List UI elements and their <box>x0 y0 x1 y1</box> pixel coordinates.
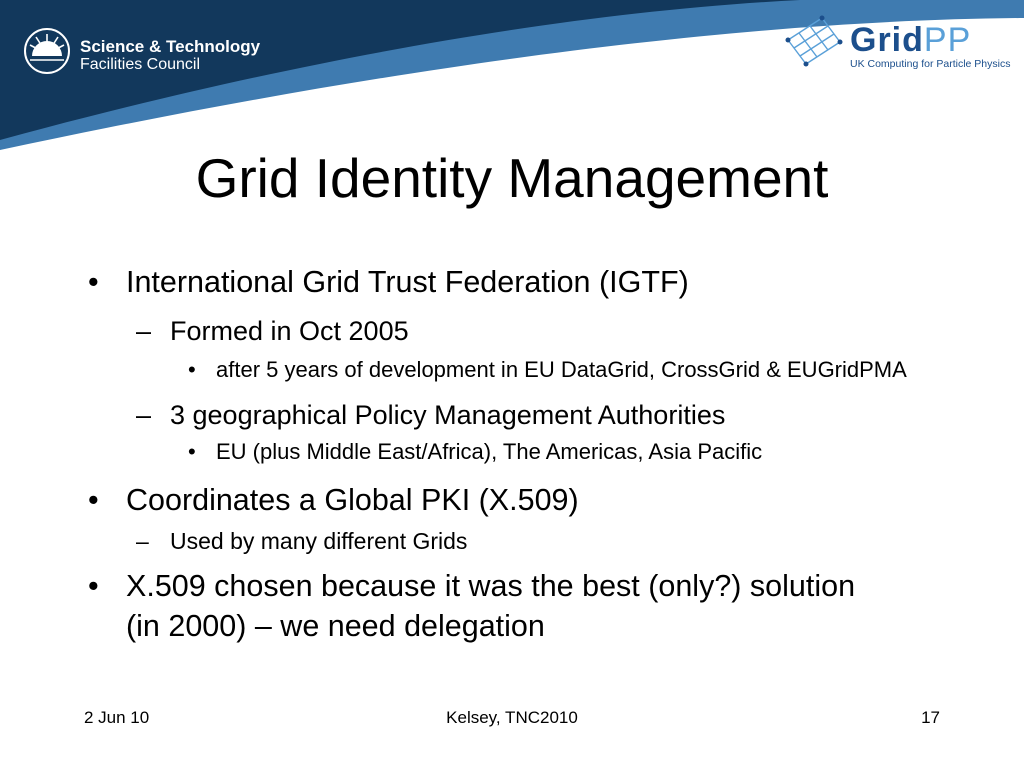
sub-sub-bullet-item: • EU (plus Middle East/Africa), The Amer… <box>0 436 931 468</box>
bullet-text: X.509 chosen because it was the best (on… <box>126 569 856 643</box>
footer-author-event: Kelsey, TNC2010 <box>446 708 578 727</box>
stfc-sunburst-icon <box>24 28 70 74</box>
slide-title: Grid Identity Management <box>195 147 829 209</box>
bullet-text: International Grid Trust Federation (IGT… <box>126 265 689 299</box>
bullet-marker: • <box>188 439 196 464</box>
sub-bullet-item: – Used by many different Grids <box>0 524 930 558</box>
sub-sub-bullet-text: EU (plus Middle East/Africa), The Americ… <box>216 439 763 464</box>
gridpp-tagline: UK Computing for Particle Physics <box>850 58 1011 70</box>
bullet-item: • Coordinates a Global PKI (X.509) <box>0 480 886 520</box>
gridpp-word-accent: PP <box>923 21 972 59</box>
slide-body: • International Grid Trust Federation (I… <box>0 250 1024 646</box>
stfc-wordmark: Science & Technology Facilities Council <box>80 38 260 74</box>
grid-mesh-icon <box>785 15 843 67</box>
stfc-name-line1: Science & Technology <box>80 37 261 56</box>
sub-bullet-text: Used by many different Grids <box>170 528 468 554</box>
gridpp-wordmark: GridPP <box>850 22 971 58</box>
dash-marker: – <box>136 528 149 554</box>
bullet-marker: • <box>88 265 99 299</box>
sub-bullet-text: Formed in Oct 2005 <box>170 316 409 346</box>
bullet-marker: • <box>88 483 99 517</box>
footer-page-number: 17 <box>921 708 940 727</box>
sub-bullet-item: – 3 geographical Policy Management Autho… <box>0 396 930 434</box>
dash-marker: – <box>136 316 152 346</box>
sub-bullet-item: – Formed in Oct 2005 <box>0 312 930 350</box>
bullet-item: • International Grid Trust Federation (I… <box>0 262 886 302</box>
bullet-marker: • <box>188 357 196 382</box>
sub-sub-bullet-item: • after 5 years of development in EU Dat… <box>0 354 931 386</box>
bullet-text: Coordinates a Global PKI (X.509) <box>126 483 579 517</box>
bullet-item: • X.509 chosen because it was the best (… <box>0 566 886 646</box>
sub-bullet-text: 3 geographical Policy Management Authori… <box>170 400 726 430</box>
gridpp-logo: GridPP UK Computing for Particle Physics <box>782 10 1014 80</box>
gridpp-word-main: Grid <box>850 21 924 59</box>
stfc-name-line2: Facilities Council <box>80 56 201 73</box>
dash-marker: – <box>136 400 152 430</box>
bullet-marker: • <box>88 569 99 603</box>
sub-sub-bullet-text: after 5 years of development in EU DataG… <box>216 357 907 382</box>
stfc-logo: Science & Technology Facilities Council <box>22 26 262 78</box>
